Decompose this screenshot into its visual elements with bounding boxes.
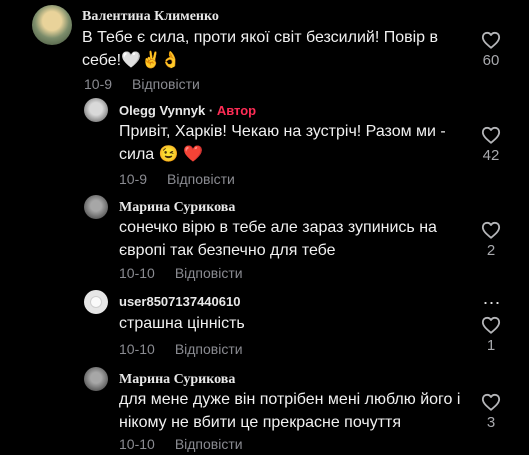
comment-date: 10-10	[119, 436, 155, 452]
comment-text: сонечко вірю в тебе але зараз зупинись н…	[119, 216, 437, 262]
like-button[interactable]: 60	[476, 31, 506, 69]
reply-button[interactable]: Відповісти	[175, 436, 243, 452]
heart-outline-icon	[481, 221, 501, 239]
heart-outline-icon	[481, 126, 501, 144]
comment-text: Привіт, Харків! Чекаю на зустріч! Разом …	[119, 120, 446, 166]
comment-text-line: європі так безпечно для тебе	[119, 242, 336, 259]
like-button[interactable]: 3	[476, 393, 506, 431]
author-badge: Автор	[216, 103, 257, 118]
comment-date: 10-10	[119, 341, 155, 357]
like-count: 2	[486, 242, 496, 259]
comment-meta: 10-10 Відповісти	[119, 436, 243, 452]
like-button[interactable]: 1	[476, 316, 506, 354]
comment-meta: 10-9 Відповісти	[119, 171, 235, 187]
comment-meta: 10-10 Відповісти	[119, 265, 243, 281]
comment-text-line: Привіт, Харків! Чекаю на зустріч! Разом …	[119, 123, 446, 140]
reply-button[interactable]: Відповісти	[175, 341, 243, 357]
comment-text-line: для мене дуже він потрібен мені люблю йо…	[119, 391, 461, 408]
comment-text-line: страшна цінність	[119, 315, 245, 332]
comment-text: для мене дуже він потрібен мені люблю йо…	[119, 388, 460, 434]
heart-outline-icon	[481, 31, 501, 49]
avatar[interactable]	[84, 98, 108, 122]
comment-text: В Тебе є сила, проти якої світ безсилий!…	[82, 26, 438, 72]
comment-text-line: сонечко вірю в тебе але зараз зупинись н…	[119, 219, 437, 236]
comment-author[interactable]: Марина Сурикова	[119, 200, 235, 216]
comment-text-line: сила 😉 ❤️	[119, 146, 203, 163]
avatar[interactable]	[84, 367, 108, 391]
comment-author[interactable]: Валентина Клименко	[82, 9, 219, 25]
comment-meta: 10-9 Відповісти	[84, 76, 200, 92]
comment-text-line: В Тебе є сила, проти якої світ безсилий!…	[82, 29, 439, 46]
comment-date: 10-10	[119, 265, 155, 281]
comment-author-line: Olegg Vynnyk · Автор	[119, 103, 256, 118]
like-count: 1	[486, 337, 496, 354]
comment-meta: 10-10 Відповісти	[119, 341, 243, 357]
like-count: 3	[486, 414, 496, 431]
more-dots-icon[interactable]: ⋯	[480, 294, 502, 312]
like-button[interactable]: 2	[476, 221, 506, 259]
comment-text-line: нікому не вбити це прекрасне почуття	[119, 414, 402, 431]
comment-author[interactable]: Olegg Vynnyk	[119, 103, 205, 118]
heart-outline-icon	[481, 393, 501, 411]
avatar[interactable]	[84, 290, 108, 314]
avatar[interactable]	[32, 5, 72, 45]
heart-outline-icon	[481, 316, 501, 334]
comment-author[interactable]: Марина Сурикова	[119, 372, 235, 388]
avatar[interactable]	[84, 195, 108, 219]
reply-button[interactable]: Відповісти	[175, 265, 243, 281]
like-count: 42	[482, 147, 500, 164]
reply-button[interactable]: Відповісти	[132, 76, 200, 92]
like-count: 60	[482, 52, 500, 69]
comment-date: 10-9	[119, 171, 148, 187]
reply-button[interactable]: Відповісти	[167, 171, 235, 187]
separator-dot: ·	[208, 103, 214, 118]
like-button[interactable]: 42	[476, 126, 506, 164]
comment-text-line: себе!🤍✌️👌	[82, 52, 181, 69]
comment-text: страшна цінність	[119, 312, 245, 335]
comment-author[interactable]: user8507137440610	[119, 294, 240, 309]
comment-date: 10-9	[84, 76, 113, 92]
